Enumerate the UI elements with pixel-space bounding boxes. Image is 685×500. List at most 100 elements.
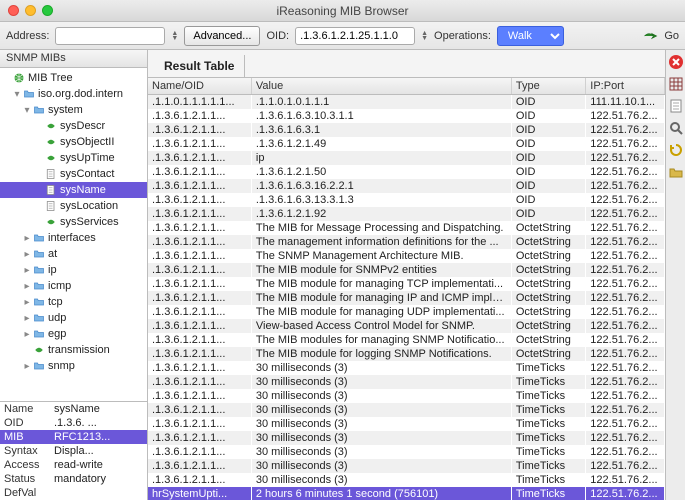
twisty-icon[interactable]: ▾: [22, 105, 32, 116]
table-row[interactable]: .1.3.6.1.2.1.1...View-based Access Contr…: [148, 319, 665, 333]
cell: OID: [511, 95, 585, 110]
tree-item[interactable]: ▸ egp: [0, 326, 147, 342]
tree-label: iso.org.dod.intern: [36, 88, 123, 100]
table-row[interactable]: .1.3.6.1.2.1.1...ipOID122.51.76.2...: [148, 151, 665, 165]
table-row[interactable]: .1.3.6.1.2.1.1...The MIB module for SNMP…: [148, 263, 665, 277]
tree-item[interactable]: ▸sysLocation: [0, 198, 147, 214]
prop-row[interactable]: NamesysName: [0, 402, 147, 416]
column-header[interactable]: Type: [511, 78, 585, 95]
tree-item[interactable]: ▸sysName: [0, 182, 147, 198]
minimize-icon[interactable]: [25, 5, 36, 16]
prop-row[interactable]: SyntaxDispla...: [0, 444, 147, 458]
result-table-wrap[interactable]: Name/OIDValueTypeIP:Port .1.1.0.1.1.1.1.…: [148, 78, 665, 500]
prop-row[interactable]: Statusmandatory: [0, 472, 147, 486]
folder-open-icon[interactable]: [668, 164, 684, 180]
column-header[interactable]: IP:Port: [586, 78, 665, 95]
go-button[interactable]: Go: [643, 29, 679, 43]
cell: .1.3.6.1.2.1.1...: [148, 263, 251, 277]
table-row[interactable]: .1.3.6.1.2.1.1...30 milliseconds (3)Time…: [148, 403, 665, 417]
tree-item[interactable]: ▸sysContact: [0, 166, 147, 182]
table-row[interactable]: .1.3.6.1.2.1.1...30 milliseconds (3)Time…: [148, 445, 665, 459]
twisty-icon[interactable]: ▸: [22, 281, 32, 292]
table-row[interactable]: .1.3.6.1.2.1.1...The SNMP Management Arc…: [148, 249, 665, 263]
twisty-icon[interactable]: ▸: [22, 361, 32, 372]
tree-item[interactable]: ▸at: [0, 246, 147, 262]
address-input[interactable]: [55, 27, 165, 45]
table-row[interactable]: .1.3.6.1.2.1.1...The MIB module for mana…: [148, 305, 665, 319]
tree-item[interactable]: ▸transmission: [0, 342, 147, 358]
tree-item[interactable]: ▸udp: [0, 310, 147, 326]
table-row[interactable]: .1.3.6.1.2.1.1...30 milliseconds (3)Time…: [148, 473, 665, 487]
tree-item[interactable]: ▸ip: [0, 262, 147, 278]
table-row[interactable]: .1.3.6.1.2.1.1...The MIB modules for man…: [148, 333, 665, 347]
address-stepper[interactable]: ▲▼: [171, 31, 178, 41]
operations-select[interactable]: Walk: [497, 26, 564, 46]
cell: 122.51.76.2...: [586, 207, 665, 221]
oid-input[interactable]: [295, 27, 415, 45]
table-row[interactable]: .1.3.6.1.2.1.1...The management informat…: [148, 235, 665, 249]
table-row[interactable]: .1.3.6.1.2.1.1...The MIB module for logg…: [148, 347, 665, 361]
table-row[interactable]: .1.3.6.1.2.1.1...30 milliseconds (3)Time…: [148, 459, 665, 473]
refresh-icon[interactable]: [668, 142, 684, 158]
tree-item[interactable]: ▾ iso.org.dod.intern: [0, 86, 147, 102]
tree-item[interactable]: ▸snmp: [0, 358, 147, 374]
table-row[interactable]: .1.3.6.1.2.1.1....1.3.6.1.6.3.10.3.1.1OI…: [148, 109, 665, 123]
maximize-icon[interactable]: [42, 5, 53, 16]
table-row[interactable]: .1.3.6.1.2.1.1...The MIB module for mana…: [148, 277, 665, 291]
tree-item[interactable]: ▸sysObjectII: [0, 134, 147, 150]
table-row[interactable]: hrSystemUpti...2 hours 6 minutes 1 secon…: [148, 487, 665, 500]
twisty-icon[interactable]: ▸: [22, 249, 32, 260]
column-header[interactable]: Value: [251, 78, 511, 95]
doc-icon: [44, 200, 58, 212]
table-row[interactable]: .1.3.6.1.2.1.1...The MIB module for mana…: [148, 291, 665, 305]
twisty-icon[interactable]: ▸: [22, 329, 32, 340]
oid-stepper[interactable]: ▲▼: [421, 31, 428, 41]
tree-item[interactable]: ▸sysUpTime: [0, 150, 147, 166]
tree-label: transmission: [46, 344, 110, 356]
table-row[interactable]: .1.3.6.1.2.1.1....1.3.6.1.2.1.50OID122.5…: [148, 165, 665, 179]
tree-label: egp: [46, 328, 66, 340]
search-icon[interactable]: [668, 120, 684, 136]
table-row[interactable]: .1.3.6.1.2.1.1....1.3.6.1.6.3.13.3.1.3OI…: [148, 193, 665, 207]
table-row[interactable]: .1.3.6.1.2.1.1...30 milliseconds (3)Time…: [148, 361, 665, 375]
table-row[interactable]: .1.3.6.1.2.1.1....1.3.6.1.6.3.16.2.2.1OI…: [148, 179, 665, 193]
tree-item[interactable]: ▸ interfaces: [0, 230, 147, 246]
table-row[interactable]: .1.3.6.1.2.1.1...30 milliseconds (3)Time…: [148, 389, 665, 403]
cell: 111.11.10.1...: [586, 95, 665, 110]
table-row[interactable]: .1.3.6.1.2.1.1....1.3.6.1.2.1.92OID122.5…: [148, 207, 665, 221]
table-row[interactable]: .1.1.0.1.1.1.1.1....1.1.0.1.0.1.1.1OID11…: [148, 95, 665, 110]
tree-item[interactable]: ▸sysServices: [0, 214, 147, 230]
tree-item[interactable]: ▸sysDescr: [0, 118, 147, 134]
twisty-icon[interactable]: ▸: [22, 313, 32, 324]
grid-icon[interactable]: [668, 76, 684, 92]
column-header[interactable]: Name/OID: [148, 78, 251, 95]
close-icon[interactable]: [8, 5, 19, 16]
table-row[interactable]: .1.3.6.1.2.1.1...30 milliseconds (3)Time…: [148, 417, 665, 431]
table-row[interactable]: .1.3.6.1.2.1.1...The MIB for Message Pro…: [148, 221, 665, 235]
document-icon[interactable]: [668, 98, 684, 114]
folder-icon: [32, 280, 46, 292]
tree-item[interactable]: ▸tcp: [0, 294, 147, 310]
prop-row[interactable]: OID.1.3.6. ...: [0, 416, 147, 430]
mib-tree[interactable]: ▸MIB Tree ▾ iso.org.dod.intern ▾system▸sysD…: [0, 68, 147, 401]
tab-result-table[interactable]: Result Table: [154, 55, 245, 77]
advanced-button[interactable]: Advanced...: [184, 26, 260, 46]
globe-icon: [12, 72, 26, 84]
tree-item[interactable]: ▾system: [0, 102, 147, 118]
tree-label: interfaces: [46, 232, 96, 244]
twisty-icon[interactable]: ▾: [12, 89, 22, 100]
tree-item[interactable]: ▸MIB Tree: [0, 70, 147, 86]
twisty-icon[interactable]: ▸: [22, 233, 32, 244]
tree-item[interactable]: ▸icmp: [0, 278, 147, 294]
table-row[interactable]: .1.3.6.1.2.1.1...30 milliseconds (3)Time…: [148, 375, 665, 389]
prop-row[interactable]: Accessread-write: [0, 458, 147, 472]
cell: OctetString: [511, 305, 585, 319]
table-row[interactable]: .1.3.6.1.2.1.1....1.3.6.1.6.3.1OID122.51…: [148, 123, 665, 137]
table-row[interactable]: .1.3.6.1.2.1.1....1.3.6.1.2.1.49OID122.5…: [148, 137, 665, 151]
twisty-icon[interactable]: ▸: [22, 265, 32, 276]
prop-row[interactable]: MIBRFC1213...: [0, 430, 147, 444]
delete-icon[interactable]: [668, 54, 684, 70]
twisty-icon[interactable]: ▸: [22, 297, 32, 308]
table-row[interactable]: .1.3.6.1.2.1.1...30 milliseconds (3)Time…: [148, 431, 665, 445]
prop-row[interactable]: DefVal: [0, 486, 147, 500]
